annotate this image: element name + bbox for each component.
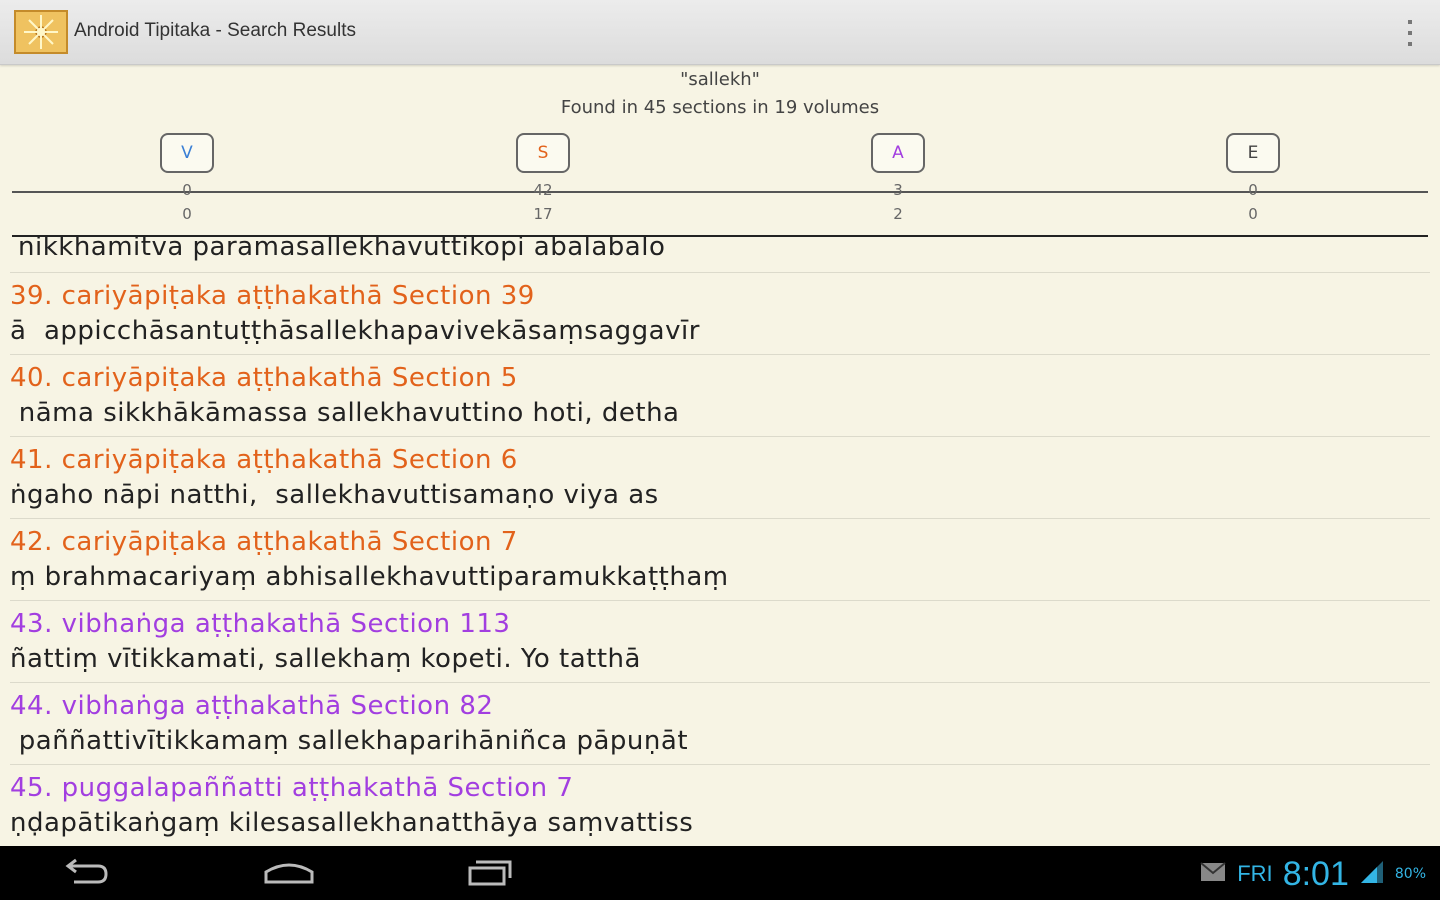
result-title: 43. vibhaṅga aṭṭhakathā Section 113 [10,609,511,639]
filter-button-v[interactable]: V [160,133,214,173]
result-snippet: ṃ brahmacariyaṃ abhisallekhavuttiparamuk… [10,562,729,592]
volume-count: 0 [1248,205,1258,223]
row-divider [10,600,1430,601]
back-icon[interactable] [62,858,112,892]
overflow-menu-icon[interactable] [1404,20,1416,46]
result-snippet: ṅgaho nāpi natthi, sallekhavuttisamaṇo v… [10,480,659,510]
result-title: 41. cariyāpiṭaka aṭṭhakathā Section 6 [10,445,518,475]
result-snippet: paññattivītikkamaṃ sallekhaparihāniñca p… [10,726,689,756]
volume-count: 2 [893,205,903,223]
app-title: Android Tipitaka - Search Results [74,20,356,41]
list-item[interactable]: 39. cariyāpiṭaka aṭṭhakathā Section 39 ā… [0,272,1440,354]
volume-count: 0 [182,205,192,223]
column-vinaya: V 0 0 [147,133,227,223]
list-item[interactable]: 45. puggalapaññatti aṭṭhakathā Section 7… [0,764,1440,846]
section-count: 3 [893,181,903,199]
section-count: 42 [533,181,553,199]
column-extra: E 0 0 [1213,133,1293,223]
result-title: 42. cariyāpiṭaka aṭṭhakathā Section 7 [10,527,518,557]
system-nav-bar: FRI 8:01 80% [0,846,1440,900]
action-bar: Android Tipitaka - Search Results [0,0,1440,65]
results-list[interactable]: nikkhamitva paramasallekhavuttikopi abal… [0,236,1440,846]
result-snippet: ā appicchāsantuṭṭhāsallekhapavivekāsaṃsa… [10,316,700,346]
dhamma-wheel-icon[interactable] [14,10,68,54]
result-title: 44. vibhaṅga aṭṭhakathā Section 82 [10,691,494,721]
row-divider [10,764,1430,765]
search-query: "sallekh" [680,69,760,90]
list-item[interactable]: 42. cariyāpiṭaka aṭṭhakathā Section 7 ṃ … [0,518,1440,600]
status-area[interactable]: FRI 8:01 80% [1199,852,1426,896]
row-divider [10,354,1430,355]
search-summary: Found in 45 sections in 19 volumes [560,97,880,118]
list-item[interactable]: 40. cariyāpiṭaka aṭṭhakathā Section 5 nā… [0,354,1440,436]
list-item[interactable]: 44. vibhaṅga aṭṭhakathā Section 82 pañña… [0,682,1440,764]
result-snippet: nikkhamitva paramasallekhavuttikopi abal… [18,236,666,262]
section-count: 0 [182,181,192,199]
signal-icon [1359,859,1385,889]
filter-button-e[interactable]: E [1226,133,1280,173]
row-divider [10,682,1430,683]
row-divider [10,518,1430,519]
row-divider [10,272,1430,273]
volume-count: 17 [533,205,553,223]
list-item[interactable]: 41. cariyāpiṭaka aṭṭhakathā Section 6 ṅg… [0,436,1440,518]
column-sutta: S 42 17 [503,133,583,223]
list-item[interactable]: 43. vibhaṅga aṭṭhakathā Section 113 ñatt… [0,600,1440,682]
battery-level: 80% [1394,866,1426,882]
result-title: 40. cariyāpiṭaka aṭṭhakathā Section 5 [10,363,518,393]
notification-mail-icon[interactable] [1199,861,1227,887]
recent-apps-icon[interactable] [466,858,516,892]
home-icon[interactable] [262,858,316,892]
result-title: 45. puggalapaññatti aṭṭhakathā Section 7 [10,773,574,803]
filter-button-s[interactable]: S [516,133,570,173]
status-time: 8:01 [1282,854,1349,893]
column-abhidhamma: A 3 2 [858,133,938,223]
battery-icon: 80% [1395,866,1426,882]
result-title: 39. cariyāpiṭaka aṭṭhakathā Section 39 [10,281,535,311]
result-snippet: ṇḍapātikaṅgaṃ kilesasallekhanatthāya saṃ… [10,808,694,838]
result-snippet: nāma sikkhākāmassa sallekhavuttino hoti,… [10,398,680,428]
filter-button-a[interactable]: A [871,133,925,173]
row-divider [10,436,1430,437]
result-snippet: ñattiṃ vītikkamati, sallekhaṃ kopeti. Yo… [10,644,641,674]
search-summary-header: "sallekh" Found in 45 sections in 19 vol… [0,66,1440,237]
status-day: FRI [1237,861,1273,886]
section-count: 0 [1248,181,1258,199]
